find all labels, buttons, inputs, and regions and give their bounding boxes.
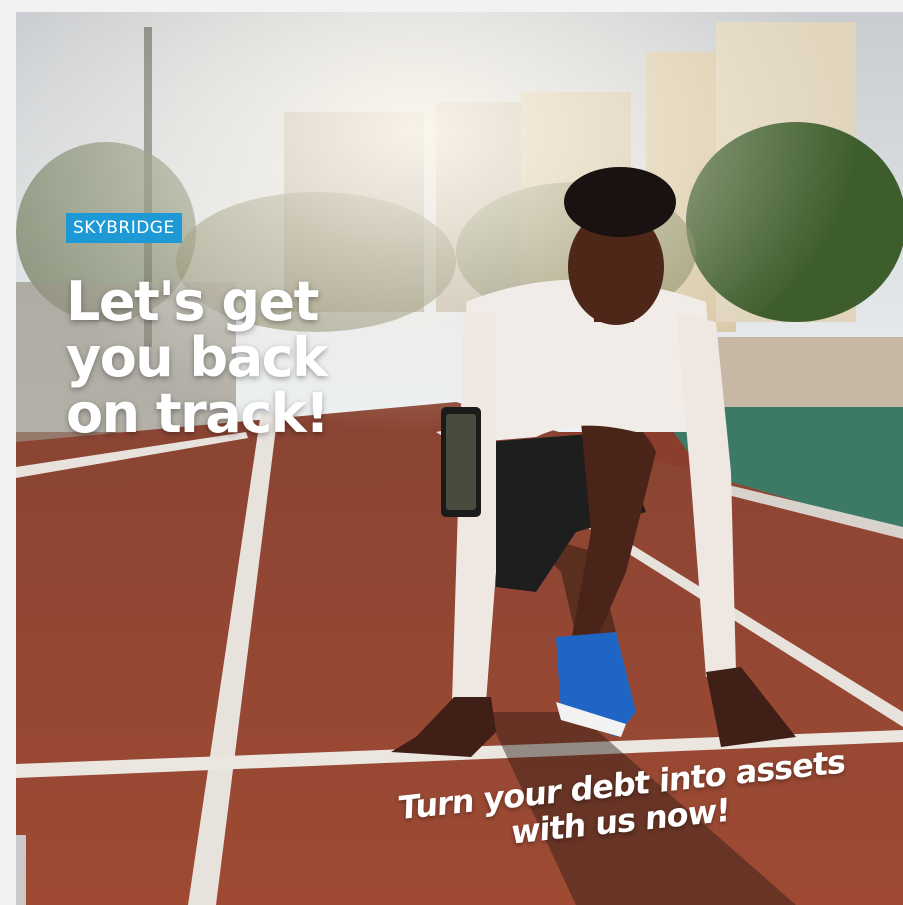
headline-line: Let's get	[66, 270, 319, 333]
brand-badge: SKYBRIDGE	[66, 213, 182, 243]
photo-frame: SKYBRIDGE Let's get you back on track! T…	[16, 12, 903, 905]
headline-line: you back	[66, 326, 328, 389]
headline-line: on track!	[66, 382, 330, 445]
ad-canvas: SKYBRIDGE Let's get you back on track! T…	[0, 0, 903, 905]
scroll-edge-marker	[16, 835, 26, 905]
headline: Let's get you back on track!	[66, 270, 330, 445]
